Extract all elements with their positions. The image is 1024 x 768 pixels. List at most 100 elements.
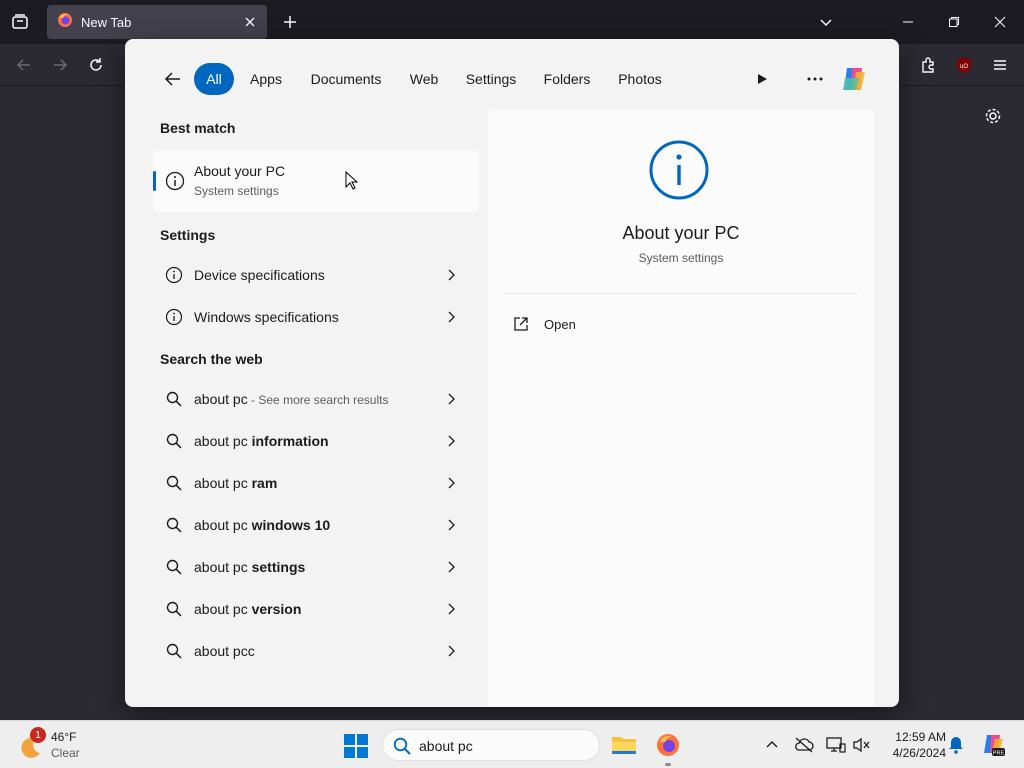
ublock-origin-icon[interactable]: uO xyxy=(953,54,975,76)
restore-icon[interactable] xyxy=(944,12,964,32)
filter-web[interactable]: Web xyxy=(401,63,447,95)
result-label: about pc - See more search results xyxy=(194,391,389,407)
best-match-item[interactable]: About your PC System settings xyxy=(153,150,479,212)
gear-icon[interactable] xyxy=(982,105,1004,127)
filter-folders[interactable]: Folders xyxy=(535,63,599,95)
list-item[interactable]: about pc information xyxy=(153,421,479,461)
chevron-up-icon[interactable] xyxy=(762,735,782,755)
results-list: Best match About your PC System settings… xyxy=(125,109,487,707)
copilot-icon[interactable] xyxy=(838,63,870,95)
open-label: Open xyxy=(544,316,576,332)
open-external-icon xyxy=(512,315,530,333)
back-arrow-icon[interactable] xyxy=(161,67,185,91)
filter-all[interactable]: All xyxy=(194,63,234,95)
back-arrow-icon[interactable] xyxy=(13,54,35,76)
menu-hamburger-icon[interactable] xyxy=(989,54,1011,76)
close-tab-icon[interactable] xyxy=(243,15,257,29)
weather-temperature: 46°F xyxy=(51,730,77,744)
filter-documents[interactable]: Documents xyxy=(301,63,391,95)
result-label: about pc settings xyxy=(194,559,306,575)
result-label: about pc version xyxy=(194,601,302,617)
list-all-tabs-icon[interactable] xyxy=(8,10,32,34)
list-item[interactable]: about pc settings xyxy=(153,547,479,587)
best-match-title: About your PC xyxy=(194,163,286,179)
cloud-offline-icon[interactable] xyxy=(794,735,814,755)
open-button[interactable]: Open xyxy=(512,309,852,339)
chevron-right-icon[interactable] xyxy=(445,476,459,490)
display-network-icon[interactable] xyxy=(826,735,846,755)
list-item[interactable]: about pc version xyxy=(153,589,479,629)
preview-title: About your PC xyxy=(622,223,740,243)
svg-text:PRE: PRE xyxy=(993,751,1005,757)
extensions-puzzle-icon[interactable] xyxy=(918,54,940,76)
tab-title: New Tab xyxy=(81,14,132,30)
settings-heading: Settings xyxy=(160,227,216,243)
list-item[interactable]: Windows specifications xyxy=(153,297,479,337)
forward-arrow-icon[interactable] xyxy=(49,54,71,76)
result-label: Device specifications xyxy=(194,267,325,283)
mouse-pointer-icon xyxy=(345,170,359,191)
result-label: about pc ram xyxy=(194,475,278,491)
chevron-right-icon[interactable] xyxy=(445,560,459,574)
more-options-icon[interactable] xyxy=(801,65,829,93)
info-icon xyxy=(165,308,183,326)
chevron-down-icon[interactable] xyxy=(816,12,836,32)
svg-text:uO: uO xyxy=(960,64,968,70)
list-item[interactable]: about pc ram xyxy=(153,463,479,503)
minimize-icon[interactable] xyxy=(898,12,918,32)
search-icon xyxy=(165,642,183,660)
search-query: about pc xyxy=(419,738,473,754)
close-window-icon[interactable] xyxy=(990,12,1010,32)
speaker-muted-icon[interactable] xyxy=(852,735,872,755)
result-label: Windows specifications xyxy=(194,309,339,325)
best-match-subtitle: System settings xyxy=(194,184,279,198)
weather-condition: Clear xyxy=(51,746,80,760)
new-tab-plus-icon[interactable] xyxy=(280,12,300,32)
search-icon xyxy=(165,516,183,534)
list-item[interactable]: about pc - See more search results xyxy=(153,379,479,419)
search-icon xyxy=(165,558,183,576)
notification-bell-icon[interactable] xyxy=(946,735,966,755)
reload-icon[interactable] xyxy=(85,54,107,76)
system-clock[interactable]: 12:59 AM 4/26/2024 xyxy=(880,729,946,761)
running-indicator xyxy=(665,763,671,766)
chevron-right-icon[interactable] xyxy=(445,310,459,324)
result-label: about pc information xyxy=(194,433,329,449)
best-match-heading: Best match xyxy=(160,120,236,136)
list-item[interactable]: Device specifications xyxy=(153,255,479,295)
weather-widget[interactable]: 1 46°F Clear xyxy=(16,727,126,763)
filter-photos[interactable]: Photos xyxy=(609,63,671,95)
result-preview-pane: About your PC System settings Open xyxy=(488,109,874,707)
chevron-right-icon[interactable] xyxy=(445,644,459,658)
result-label: about pc windows 10 xyxy=(194,517,331,533)
copilot-preview-icon[interactable]: PRE xyxy=(980,732,1006,758)
chevron-right-icon[interactable] xyxy=(445,602,459,616)
info-icon xyxy=(165,171,185,191)
chevron-right-icon[interactable] xyxy=(445,392,459,406)
chevron-right-icon[interactable] xyxy=(445,268,459,282)
taskbar: 1 46°F Clear about pc 12:59 AM 4/26/2024… xyxy=(0,720,1024,768)
search-web-heading: Search the web xyxy=(160,351,263,367)
windows-start-icon[interactable] xyxy=(343,733,369,759)
notification-badge: 1 xyxy=(30,727,46,743)
clock-time: 12:59 AM xyxy=(895,730,946,744)
chevron-right-icon[interactable] xyxy=(445,434,459,448)
file-explorer-icon[interactable] xyxy=(610,731,638,759)
list-item[interactable]: about pc windows 10 xyxy=(153,505,479,545)
filter-settings[interactable]: Settings xyxy=(457,63,525,95)
list-item[interactable]: about pcc xyxy=(153,631,479,671)
firefox-icon xyxy=(57,12,73,33)
play-more-filters-icon[interactable] xyxy=(748,65,776,93)
chevron-right-icon[interactable] xyxy=(445,518,459,532)
taskbar-search-input[interactable]: about pc xyxy=(382,729,600,761)
search-icon xyxy=(165,600,183,618)
info-icon xyxy=(648,139,710,201)
divider xyxy=(504,293,858,294)
info-icon xyxy=(165,266,183,284)
firefox-icon[interactable] xyxy=(654,731,682,759)
preview-subtitle: System settings xyxy=(638,251,724,265)
filter-apps[interactable]: Apps xyxy=(240,63,292,95)
browser-tab[interactable]: New Tab xyxy=(47,5,267,39)
search-flyout: All Apps Documents Web Settings Folders … xyxy=(125,39,899,707)
search-icon xyxy=(165,432,183,450)
